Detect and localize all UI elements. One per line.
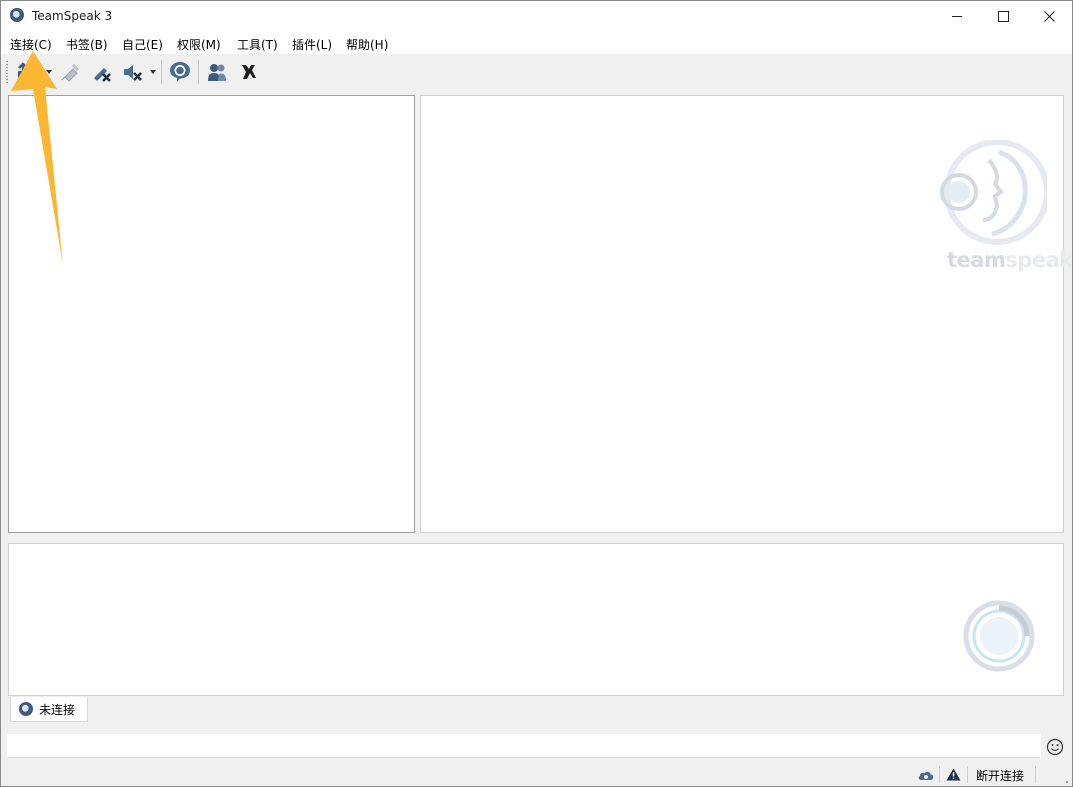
contacts-button[interactable] <box>205 60 229 84</box>
mute-speakers-icon <box>124 65 142 81</box>
minimize-button[interactable] <box>934 1 980 32</box>
cloud-icon[interactable] <box>917 768 935 782</box>
mute-dropdown-arrow[interactable] <box>150 70 156 74</box>
tab-not-connected[interactable]: 未连接 <box>10 697 88 722</box>
toolbar <box>1 56 1072 88</box>
channel-tree-panel[interactable] <box>8 95 415 533</box>
close-icon <box>1043 11 1055 22</box>
maximize-button[interactable] <box>980 1 1026 32</box>
toolbar-separator <box>198 60 199 84</box>
emoji-icon[interactable] <box>1046 738 1064 756</box>
status-separator <box>939 766 940 783</box>
teamspeak-watermark-text: teamspeak <box>947 248 1073 272</box>
whisper-icon <box>242 65 256 79</box>
teamspeak-app-icon <box>10 8 24 22</box>
warning-icon[interactable] <box>946 768 961 781</box>
toolbar-separator <box>161 60 162 84</box>
chat-log-panel <box>8 543 1064 696</box>
chat-watermark-logo <box>963 600 1035 672</box>
connect-dropdown-arrow[interactable] <box>46 70 52 74</box>
connect-button[interactable] <box>13 60 37 84</box>
connect-icon <box>18 62 29 81</box>
title-bar: TeamSpeak 3 <box>1 1 1072 32</box>
toolbar-grip[interactable] <box>6 61 8 83</box>
chat-message-input[interactable] <box>7 734 1041 758</box>
server-status-icon <box>19 702 33 716</box>
menu-permissions[interactable]: 权限(M) <box>177 36 221 53</box>
teamspeak-window: TeamSpeak 3 连接(C) 书签(B) 自己(E) 权限(M) 工具(T… <box>0 0 1073 787</box>
away-button[interactable] <box>89 60 113 84</box>
close-button[interactable] <box>1026 1 1072 32</box>
mute-speakers-button[interactable] <box>120 60 144 84</box>
chat-button[interactable] <box>168 60 192 84</box>
menu-self[interactable]: 自己(E) <box>122 36 163 53</box>
server-info-panel: teamspeak <box>420 95 1072 533</box>
menu-help[interactable]: 帮助(H) <box>346 36 388 53</box>
window-title: TeamSpeak 3 <box>32 9 113 23</box>
contacts-icon <box>208 64 226 81</box>
whisper-button[interactable] <box>236 60 260 84</box>
resize-grip-icon[interactable] <box>1059 774 1069 784</box>
menu-tools[interactable]: 工具(T) <box>237 36 278 53</box>
away-icon <box>94 68 111 82</box>
menu-connections[interactable]: 连接(C) <box>10 36 52 53</box>
status-bar: 断开连接 <box>1 762 1072 786</box>
menu-plugins[interactable]: 插件(L) <box>292 36 332 53</box>
tab-label: 未连接 <box>39 702 76 717</box>
status-separator <box>967 766 968 783</box>
connection-status-text: 断开连接 <box>976 769 1025 783</box>
menu-bar: 连接(C) 书签(B) 自己(E) 权限(M) 工具(T) 插件(L) 帮助(H… <box>1 32 1072 54</box>
chat-icon <box>170 62 190 82</box>
disconnect-icon <box>61 63 80 82</box>
disconnect-button[interactable] <box>58 60 82 84</box>
menu-bookmarks[interactable]: 书签(B) <box>66 36 108 53</box>
status-separator <box>1035 766 1036 783</box>
